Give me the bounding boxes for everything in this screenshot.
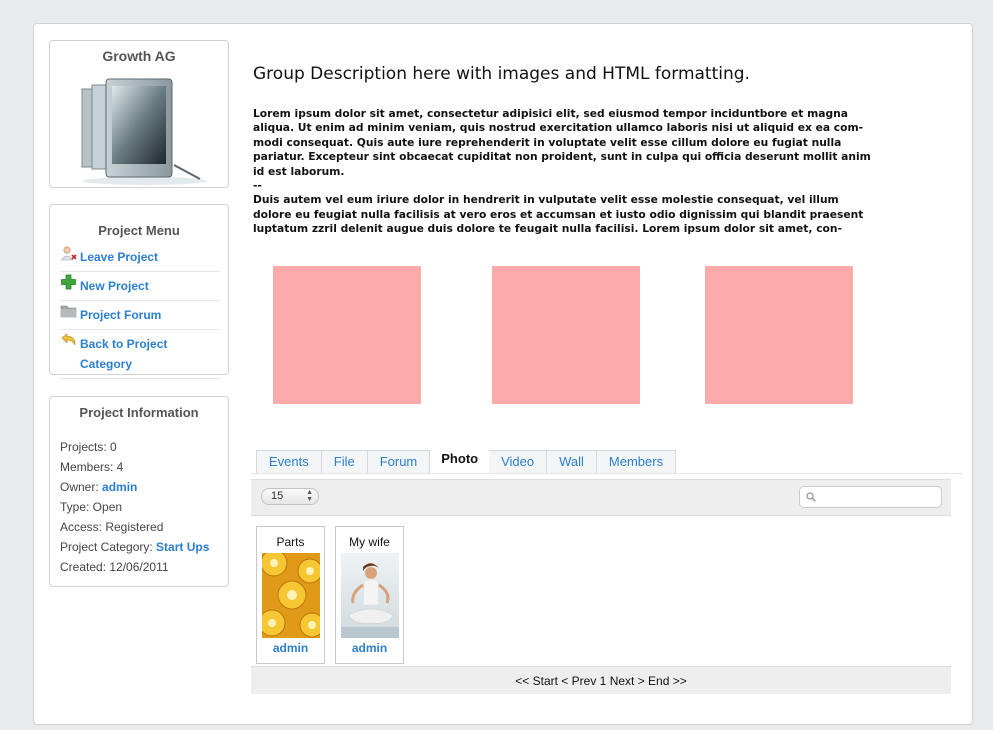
description-line: id est laborum.: [253, 164, 345, 178]
yoga-woman-image[interactable]: [340, 553, 399, 638]
tablet-device-image: [81, 78, 207, 185]
image-placeholder: [273, 266, 421, 404]
description-line: Lorem ipsum dolor sit amet, consectetur …: [253, 107, 848, 120]
search-icon: [806, 492, 816, 502]
project-information-title: Project Information: [79, 405, 199, 420]
plus-icon: [61, 274, 76, 290]
project-menu-title: Project Menu: [98, 223, 180, 238]
back-to-category-link[interactable]: Back to Project Category: [80, 334, 190, 374]
photo-title: My wife: [349, 535, 390, 549]
menu-item-new-project[interactable]: New Project: [60, 272, 220, 301]
menu-item-back-to-category[interactable]: Back to Project Category: [60, 330, 220, 379]
pagination: << Start < Prev 1 Next > End >>: [251, 666, 951, 694]
description-line: --: [253, 179, 262, 193]
folder-icon: [60, 305, 77, 318]
tab-file[interactable]: File: [321, 450, 368, 474]
description-line: Duis autem vel eum iriure dolor in hendr…: [253, 193, 839, 207]
info-category: Project Category: Start Ups: [60, 539, 209, 559]
project-menu-box: Project Menu Leave Project New Project P…: [49, 204, 229, 379]
gears-image[interactable]: [261, 553, 320, 638]
tab-wall[interactable]: Wall: [547, 450, 597, 474]
tab-divider: [251, 473, 963, 474]
menu-item-project-forum[interactable]: Project Forum: [60, 301, 220, 330]
photo-item[interactable]: Parts admin: [256, 526, 325, 664]
tab-photo[interactable]: Photo: [430, 448, 490, 474]
project-forum-link[interactable]: Project Forum: [80, 305, 161, 325]
pager-start[interactable]: << Start: [515, 674, 558, 688]
photo-owner-link[interactable]: admin: [336, 641, 403, 655]
tab-members[interactable]: Members: [596, 450, 677, 474]
project-information-box: Project Information Projects: 0 Members:…: [49, 396, 229, 587]
group-description-headline: Group Description here with images and H…: [253, 64, 750, 84]
pager-end[interactable]: End >>: [648, 674, 687, 688]
new-project-link[interactable]: New Project: [80, 276, 149, 296]
info-owner: Owner: admin: [60, 479, 209, 499]
updown-arrows-icon: ▲ ▼: [306, 489, 313, 503]
tab-video[interactable]: Video: [489, 450, 548, 474]
per-page-select[interactable]: 15 ▲ ▼: [261, 488, 319, 505]
tab-forum[interactable]: Forum: [367, 450, 431, 474]
group-description-text: Lorem ipsum dolor sit amet, consectetur …: [253, 107, 871, 237]
pager-next[interactable]: Next >: [610, 674, 645, 688]
leave-project-link[interactable]: Leave Project: [80, 247, 158, 267]
info-owner-label: Owner:: [60, 480, 103, 494]
search-input[interactable]: [799, 486, 942, 508]
description-line: pariatur. Excepteur sint obcaecat cupidi…: [253, 150, 871, 164]
page-container: Growth AG Project Menu Leave Project New…: [33, 23, 973, 725]
info-category-label: Project Category:: [60, 540, 157, 554]
info-projects: Projects: 0: [60, 440, 117, 454]
project-menu-list: Leave Project New Project Project Forum: [60, 243, 220, 379]
photo-title: Parts: [276, 535, 305, 549]
pager-prev[interactable]: < Prev: [561, 674, 596, 688]
photo-owner-link[interactable]: admin: [257, 641, 324, 655]
info-access: Access: Registered: [60, 520, 164, 534]
per-page-value: 15: [271, 490, 284, 502]
back-arrow-icon: [61, 333, 76, 346]
photo-toolbar: 15 ▲ ▼: [251, 479, 951, 516]
category-link[interactable]: Start Ups: [156, 540, 209, 554]
group-name: Growth AG: [102, 48, 176, 64]
description-line: luptatum zzril delenit augue duis dolore…: [253, 222, 842, 236]
description-line: dolore eu feugiat nulla facilisis at ver…: [253, 207, 864, 221]
menu-item-leave-project[interactable]: Leave Project: [60, 243, 220, 272]
leave-user-icon: [60, 246, 77, 261]
project-tabs: Events File Forum Photo Video Wall Membe…: [256, 448, 677, 474]
image-placeholder: [492, 266, 640, 404]
image-placeholder: [705, 266, 853, 404]
pager-current-page: 1: [599, 674, 607, 688]
info-members: Members: 4: [60, 460, 124, 474]
photo-item[interactable]: My wife admin: [335, 526, 404, 664]
description-line: modi consequat. Quis aute iure reprehend…: [253, 135, 842, 149]
tab-events[interactable]: Events: [256, 450, 322, 474]
project-information-list: Projects: 0 Members: 4 Owner: admin Type…: [60, 439, 209, 579]
info-type: Type: Open: [60, 500, 123, 514]
group-logo-box: Growth AG: [49, 40, 229, 188]
owner-link[interactable]: admin: [102, 480, 137, 494]
description-line: aliqua. Ut enim ad minim veniam, quis no…: [253, 121, 864, 135]
info-created: Created: 12/06/2011: [60, 560, 169, 574]
